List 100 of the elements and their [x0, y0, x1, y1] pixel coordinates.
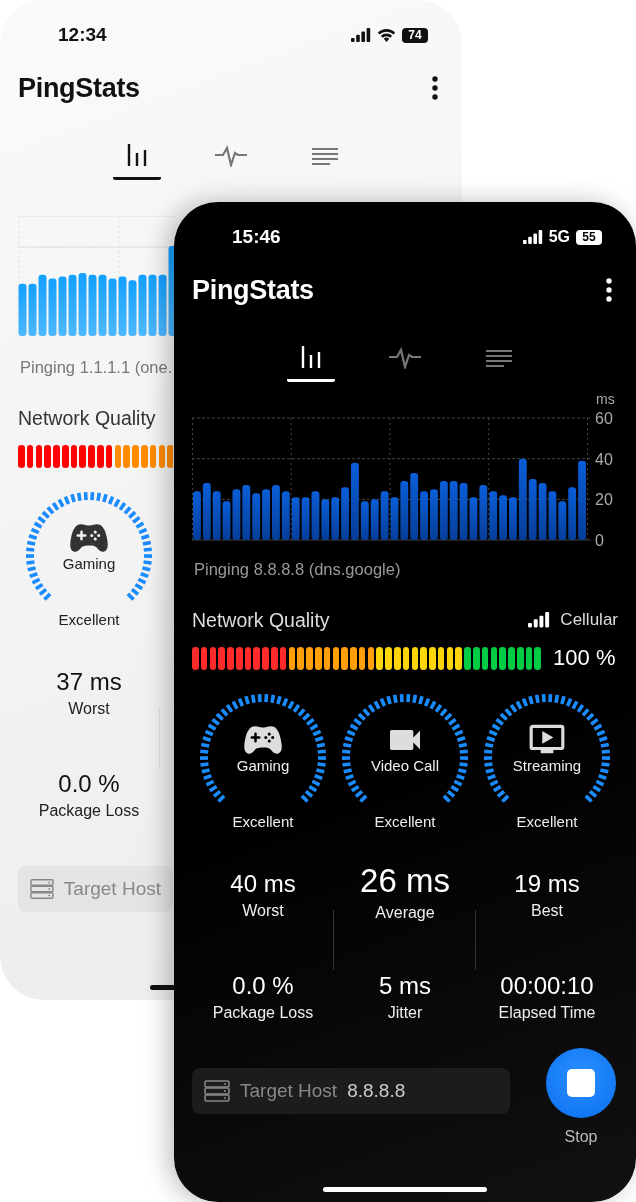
chart-bar — [410, 472, 419, 540]
chart-bar — [18, 283, 27, 336]
stat-value: 19 ms — [514, 870, 580, 898]
stat-value: 26 ms — [360, 862, 450, 900]
stat-label: Elapsed Time — [498, 1004, 596, 1022]
chart-bar — [469, 497, 478, 540]
chart-bar — [48, 278, 57, 336]
signal-icon — [528, 612, 551, 628]
status-time: 12:34 — [58, 24, 107, 46]
more-menu-icon[interactable] — [432, 76, 438, 100]
battery-indicator: 55 — [576, 229, 602, 245]
chart-bar — [380, 491, 389, 540]
chart-bar — [138, 274, 147, 336]
chart-bar — [449, 481, 458, 540]
chart-bar — [78, 273, 87, 336]
quality-percent: 100 % — [553, 645, 616, 671]
chart-bar — [212, 491, 221, 540]
text-lines-icon — [312, 147, 338, 167]
battery-indicator: 74 — [402, 27, 428, 43]
target-host-value: 8.8.8.8 — [347, 1080, 406, 1102]
chart-bar — [291, 497, 300, 540]
chart-bar — [281, 491, 290, 540]
bar-chart-icon — [299, 345, 323, 369]
chart-bar — [538, 483, 547, 540]
server-icon — [204, 1080, 230, 1102]
chart-bar — [58, 276, 67, 336]
app-title: PingStats — [192, 274, 314, 306]
app-title: PingStats — [18, 72, 140, 104]
chart-bar — [232, 489, 241, 540]
chart-bar — [242, 485, 251, 540]
axis-tick-label: 60 — [595, 410, 613, 427]
chart-bar — [321, 499, 330, 540]
chart-bar — [88, 274, 97, 336]
chart-bar — [222, 501, 231, 540]
chart-bar — [108, 278, 117, 336]
stat-value: 0.0 % — [232, 972, 294, 1000]
stat-label: Worst — [242, 902, 284, 920]
chart-bar — [370, 499, 379, 540]
chart-bar — [558, 501, 567, 540]
axis-tick-label: 0 — [595, 532, 604, 546]
bar-chart-icon — [125, 143, 149, 167]
chart-bar — [390, 497, 399, 540]
stat-label: Jitter — [387, 1004, 423, 1022]
chart-bar — [252, 493, 261, 540]
chart-bar — [38, 274, 47, 336]
target-host-label: Target Host — [240, 1080, 338, 1102]
gauge-rating: Excellent — [232, 813, 294, 830]
chart-bar — [118, 276, 127, 336]
stat-value: 0.0 % — [58, 770, 120, 798]
chart-bar — [98, 274, 107, 336]
stat-label: Average — [375, 904, 435, 922]
target-host-field[interactable]: Target Host 8.8.8.8 — [192, 1068, 510, 1114]
chart-bar — [311, 491, 320, 540]
more-menu-icon[interactable] — [606, 278, 612, 302]
gauge-label: Gaming — [235, 757, 291, 774]
stat-value: 00:00:10 — [500, 972, 594, 1000]
chart-bar — [148, 274, 157, 336]
stat-label: Worst — [68, 700, 110, 718]
stat-value: 37 ms — [56, 668, 122, 696]
gauge-rating: Excellent — [374, 813, 436, 830]
chart-bar — [439, 481, 448, 540]
gauge-label: Gaming — [61, 555, 117, 572]
text-lines-icon — [486, 349, 512, 369]
chart-bar — [459, 483, 468, 540]
pinging-host-text: Pinging 8.8.8.8 (dns.google) — [194, 560, 402, 579]
server-icon — [30, 878, 54, 900]
stat-label: Best — [531, 902, 563, 920]
chart-bar — [548, 491, 557, 540]
status-time: 15:46 — [232, 226, 281, 248]
chart-bar — [400, 481, 409, 540]
chart-bar — [202, 483, 211, 540]
section-title: Network Quality — [192, 608, 330, 632]
gauge-rating: Excellent — [516, 813, 578, 830]
target-host-label: Target Host — [63, 878, 161, 900]
wifi-icon — [377, 28, 396, 42]
chart-bar — [489, 491, 498, 540]
gauge-label: Streaming — [511, 757, 583, 774]
pinging-host-text: Pinging 1.1.1.1 (one. — [20, 358, 174, 377]
stop-label: Stop — [564, 1128, 598, 1146]
chart-bar — [68, 274, 77, 336]
chart-bar — [528, 479, 537, 540]
axis-tick-label: 40 — [595, 450, 613, 468]
chart-bar — [128, 280, 137, 336]
gauge-label: Video Call — [369, 757, 441, 774]
chart-bar — [301, 497, 310, 540]
axis-unit-label: ms — [596, 396, 615, 407]
section-title: Network Quality — [18, 406, 156, 430]
chart-bar — [479, 485, 488, 540]
stat-value: 40 ms — [230, 870, 296, 898]
chart-bar — [331, 497, 340, 540]
axis-tick-label: 20 — [595, 491, 613, 509]
signal-icon — [351, 28, 371, 42]
gauge-rating: Excellent — [58, 611, 120, 628]
connection-type: Cellular — [560, 610, 618, 630]
stat-label: Package Loss — [212, 1004, 314, 1022]
stat-label: Package Loss — [38, 802, 140, 820]
stat-value: 5 ms — [379, 972, 431, 1000]
signal-icon — [522, 230, 543, 244]
chart-bar — [28, 283, 37, 336]
network-type: 5G — [548, 228, 570, 246]
